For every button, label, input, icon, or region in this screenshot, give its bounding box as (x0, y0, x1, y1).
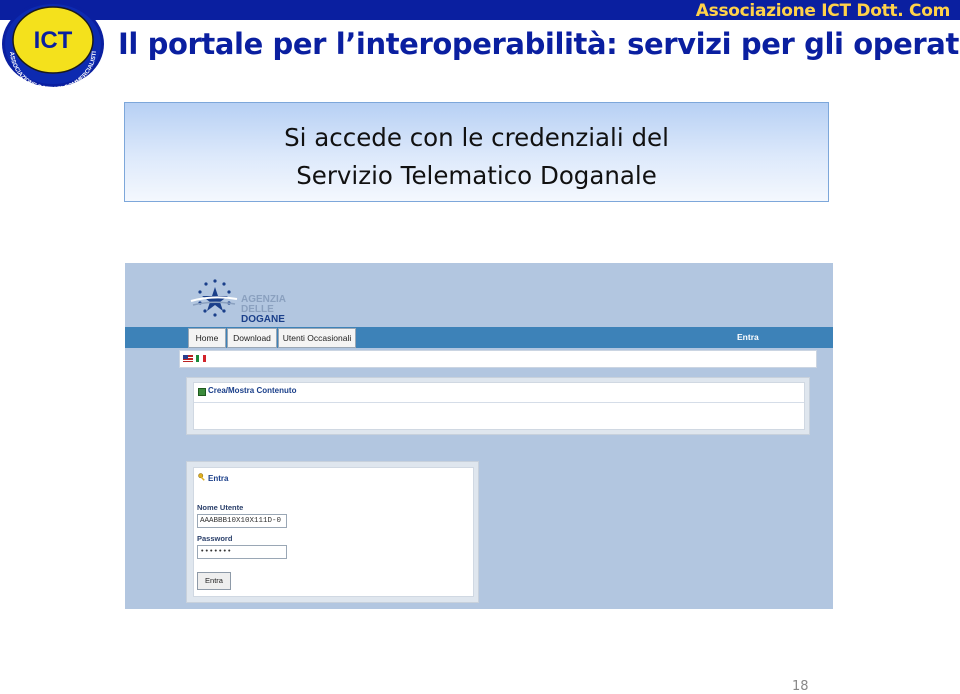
content-panel-body: Crea/Mostra Contenuto (193, 382, 805, 430)
language-bar (179, 350, 817, 368)
nav-tab-download[interactable]: Download (227, 328, 277, 348)
nav-tab-utenti-occasionali[interactable]: Utenti Occasionali (278, 328, 356, 348)
key-icon (198, 473, 205, 481)
callout-line-1: Si accede con le credenziali del (284, 123, 669, 152)
password-label: Password (197, 534, 233, 543)
agency-name: AGENZIA DELLE DOGANE (241, 295, 286, 325)
flag-it-icon[interactable] (196, 355, 206, 362)
agency-line-3: DOGANE (241, 314, 285, 325)
login-panel-body: Entra Nome Utente AAABBB10X10X111D-0 Pas… (193, 467, 474, 597)
page-number: 18 (792, 679, 809, 694)
callout-box: Si accede con le credenziali del Servizi… (124, 102, 829, 202)
flag-en-icon[interactable] (183, 355, 193, 362)
username-label: Nome Utente (197, 503, 244, 512)
content-icon (198, 388, 206, 396)
login-panel: Entra Nome Utente AAABBB10X10X111D-0 Pas… (186, 461, 479, 603)
login-button[interactable]: Entra (197, 572, 231, 590)
password-field[interactable]: ••••••• (197, 545, 287, 559)
content-panel-header: Crea/Mostra Contenuto (194, 383, 804, 403)
ict-logo: ICT ASSOCIAZIONE DOTTORI COMMERCIALISTI … (0, 0, 104, 88)
association-label: Associazione ICT Dott. Com (695, 1, 951, 21)
content-panel-title[interactable]: Crea/Mostra Contenuto (208, 386, 296, 395)
callout-line-2: Servizio Telematico Doganale (296, 161, 657, 190)
content-panel: Crea/Mostra Contenuto (186, 377, 810, 435)
slide-title: Il portale per l’interoperabilità: servi… (118, 27, 960, 61)
logo-text: ICT (34, 27, 73, 54)
nav-tab-home[interactable]: Home (188, 328, 226, 348)
top-bar: Associazione ICT Dott. Com (0, 0, 960, 21)
portal-nav-bar: Home Download Utenti Occasionali Entra (125, 327, 833, 348)
username-field[interactable]: AAABBB10X10X111D-0 (197, 514, 287, 528)
login-title: Entra (208, 474, 229, 483)
portal-screenshot: AGENZIA DELLE DOGANE Home Download Utent… (125, 263, 833, 609)
nav-entra-link[interactable]: Entra (737, 327, 759, 347)
